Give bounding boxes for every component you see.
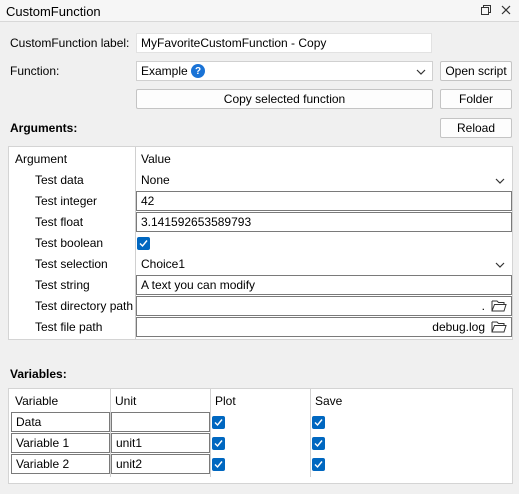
- window-title: CustomFunction: [6, 4, 101, 19]
- chevron-down-icon: [495, 175, 505, 189]
- variable-plot-checkbox[interactable]: [212, 416, 225, 429]
- arg-label-test-string: Test string: [35, 278, 90, 292]
- variable-plot-checkbox[interactable]: [212, 458, 225, 471]
- arg-test-selection-value: Choice1: [141, 257, 186, 271]
- check-icon: [214, 461, 223, 469]
- variable-save-checkbox[interactable]: [312, 437, 325, 450]
- arg-test-data-value: None: [141, 173, 170, 187]
- check-icon: [314, 440, 323, 448]
- function-caption: Function:: [10, 64, 60, 78]
- copy-function-button[interactable]: Copy selected function: [136, 89, 433, 109]
- chevron-down-icon: [495, 259, 505, 273]
- variable-unit-input[interactable]: unit1: [111, 433, 210, 453]
- variables-header-plot: Plot: [215, 394, 236, 408]
- arguments-header-argument: Argument: [15, 152, 68, 166]
- label-caption: CustomFunction label:: [10, 36, 130, 50]
- arg-test-directory-path-value: .: [481, 299, 485, 313]
- help-icon[interactable]: ?: [191, 64, 205, 78]
- arg-label-test-file-path: Test file path: [35, 320, 103, 334]
- variable-save-checkbox[interactable]: [312, 416, 325, 429]
- close-icon[interactable]: [498, 2, 514, 18]
- variables-header-unit: Unit: [115, 394, 137, 408]
- check-icon: [214, 419, 223, 427]
- variable-unit-input[interactable]: unit2: [111, 454, 210, 474]
- folder-open-icon[interactable]: [491, 320, 507, 336]
- arg-label-test-integer: Test integer: [35, 194, 98, 208]
- arg-label-test-data: Test data: [35, 173, 84, 187]
- variable-name-input[interactable]: Variable 2: [11, 454, 110, 474]
- function-select-value: Example: [141, 64, 188, 78]
- arg-test-integer-input[interactable]: 42: [136, 191, 512, 211]
- float-icon[interactable]: [478, 2, 494, 18]
- arg-label-test-selection: Test selection: [35, 257, 108, 271]
- check-icon: [314, 461, 323, 469]
- arg-test-selection-select[interactable]: Choice1: [136, 254, 512, 274]
- folder-open-icon[interactable]: [491, 299, 507, 315]
- check-icon: [139, 240, 148, 248]
- check-icon: [214, 440, 223, 448]
- arg-test-file-path-value: debug.log: [432, 320, 485, 334]
- arg-test-boolean-checkbox[interactable]: [137, 237, 150, 250]
- check-icon: [314, 419, 323, 427]
- variable-name-input[interactable]: Data: [11, 412, 110, 432]
- arg-label-test-directory-path: Test directory path: [35, 299, 134, 313]
- label-input[interactable]: MyFavoriteCustomFunction - Copy: [136, 33, 432, 53]
- variable-save-checkbox[interactable]: [312, 458, 325, 471]
- arg-test-string-input[interactable]: A text you can modify: [136, 275, 512, 295]
- arguments-heading: Arguments:: [10, 121, 78, 135]
- arg-test-float-input[interactable]: 3.141592653589793: [136, 212, 512, 232]
- variable-plot-checkbox[interactable]: [212, 437, 225, 450]
- variables-header-variable: Variable: [15, 394, 59, 408]
- variables-header-save: Save: [315, 394, 343, 408]
- title-bar: CustomFunction: [0, 0, 519, 22]
- reload-button[interactable]: Reload: [440, 118, 512, 138]
- arg-test-file-path-input[interactable]: debug.log: [136, 317, 512, 337]
- arg-test-data-select[interactable]: None: [136, 170, 512, 190]
- folder-button[interactable]: Folder: [440, 89, 512, 109]
- open-script-button[interactable]: Open script: [440, 61, 512, 81]
- variables-heading: Variables:: [10, 367, 67, 381]
- variable-name-input[interactable]: Variable 1: [11, 433, 110, 453]
- variable-unit-input[interactable]: [111, 412, 210, 432]
- variables-table: Variable Unit Plot Save Data Variable 1 …: [8, 388, 513, 484]
- arg-label-test-boolean: Test boolean: [35, 236, 104, 250]
- function-select[interactable]: Example ?: [136, 61, 433, 81]
- arguments-header-value: Value: [141, 152, 171, 166]
- arg-test-directory-path-input[interactable]: .: [136, 296, 512, 316]
- chevron-down-icon: [416, 66, 426, 80]
- arg-label-test-float: Test float: [35, 215, 84, 229]
- arguments-table: Argument Value Test data None Test integ…: [8, 146, 513, 340]
